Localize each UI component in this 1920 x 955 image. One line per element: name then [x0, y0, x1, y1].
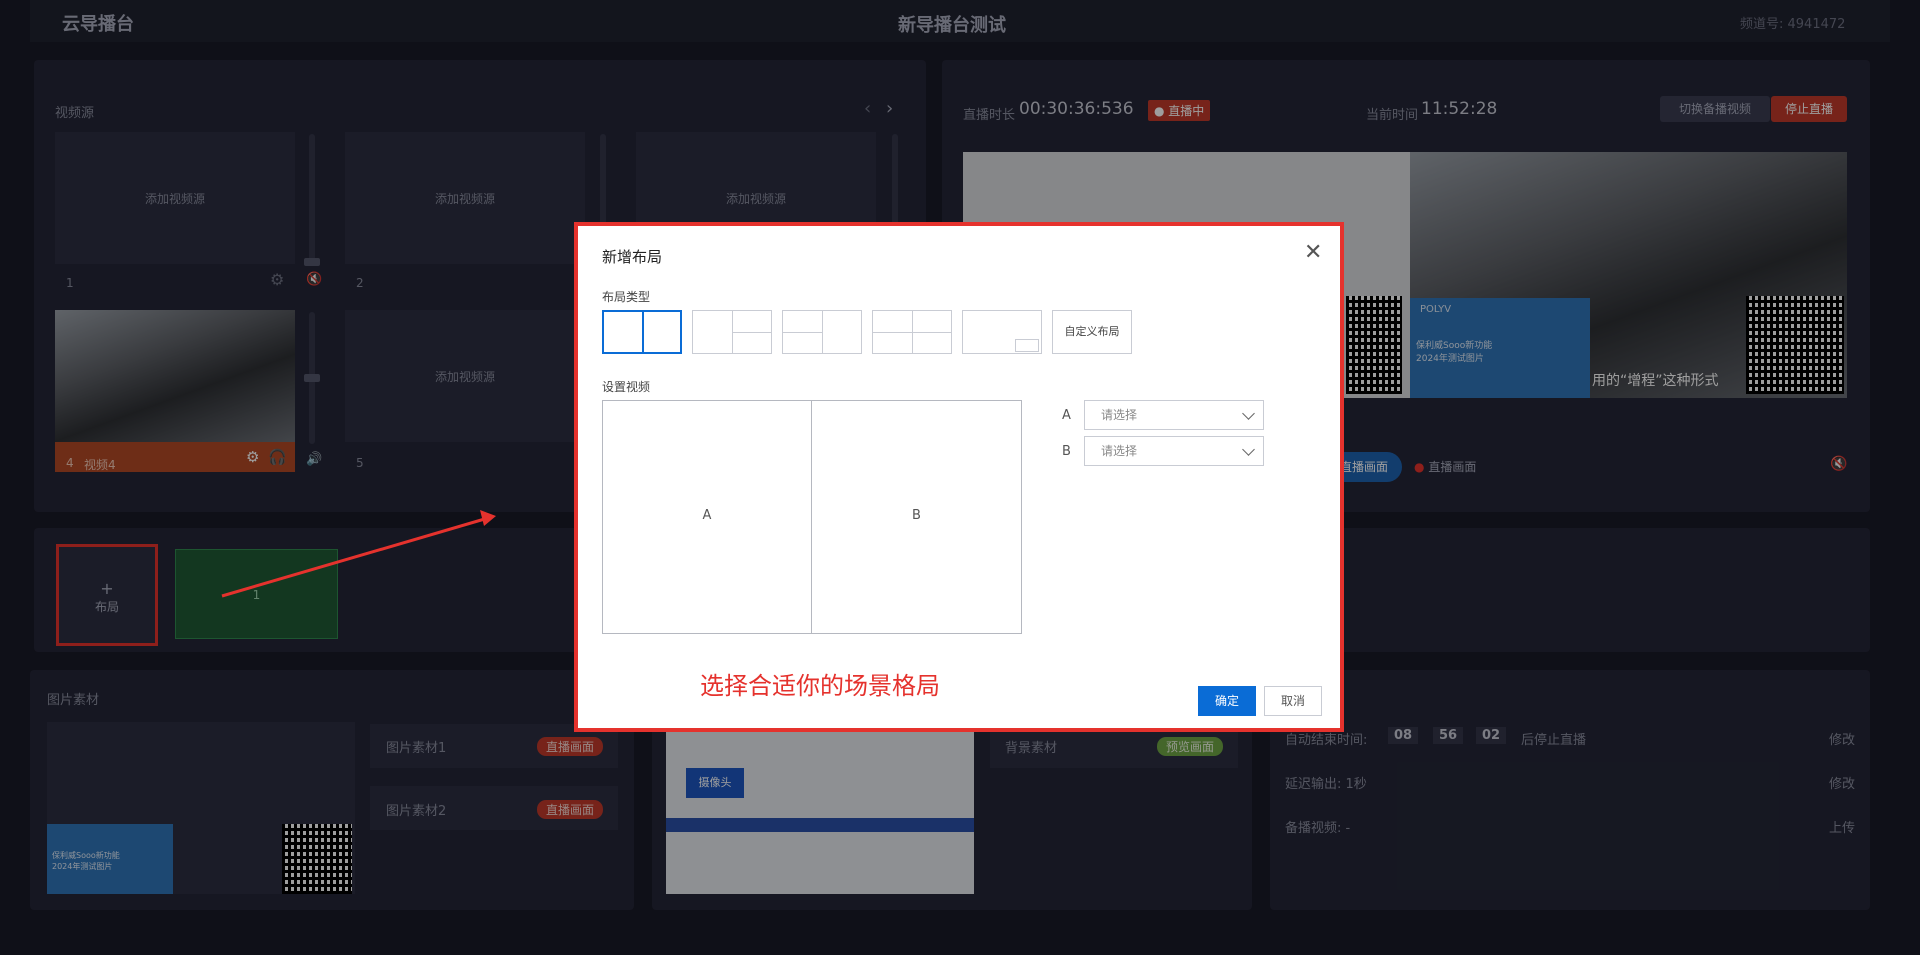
layout-preview-cell-b: B	[811, 400, 1022, 634]
set-video-label: 设置视频	[602, 380, 651, 394]
close-icon[interactable]: ✕	[1304, 240, 1322, 265]
layout-option-grid-four[interactable]	[872, 310, 952, 354]
dialog-title: 新增布局	[602, 248, 663, 266]
layout-type-label: 布局类型	[602, 290, 651, 304]
select-a-label: A	[1062, 408, 1071, 423]
select-b-label: B	[1062, 444, 1071, 459]
select-video-b[interactable]: 请选择	[1084, 436, 1264, 466]
layout-preview-cell-a: A	[602, 400, 812, 634]
chevron-down-icon	[1242, 443, 1255, 456]
chevron-down-icon	[1242, 407, 1255, 420]
add-layout-dialog: 新增布局 ✕ 布局类型 自定义布局 设置视频 A B A 请选择 B 请选择 选…	[574, 222, 1344, 732]
layout-option-split-left-right[interactable]	[782, 310, 862, 354]
cancel-button[interactable]: 取消	[1264, 686, 1322, 716]
select-video-a[interactable]: 请选择	[1084, 400, 1264, 430]
layout-option-two-columns[interactable]	[602, 310, 682, 354]
layout-option-picture-in-picture[interactable]	[962, 310, 1042, 354]
layout-option-left-split-right[interactable]	[692, 310, 772, 354]
confirm-button[interactable]: 确定	[1198, 686, 1256, 716]
annotation-text: 选择合适你的场景格局	[700, 672, 940, 700]
custom-layout-button[interactable]: 自定义布局	[1052, 310, 1132, 354]
